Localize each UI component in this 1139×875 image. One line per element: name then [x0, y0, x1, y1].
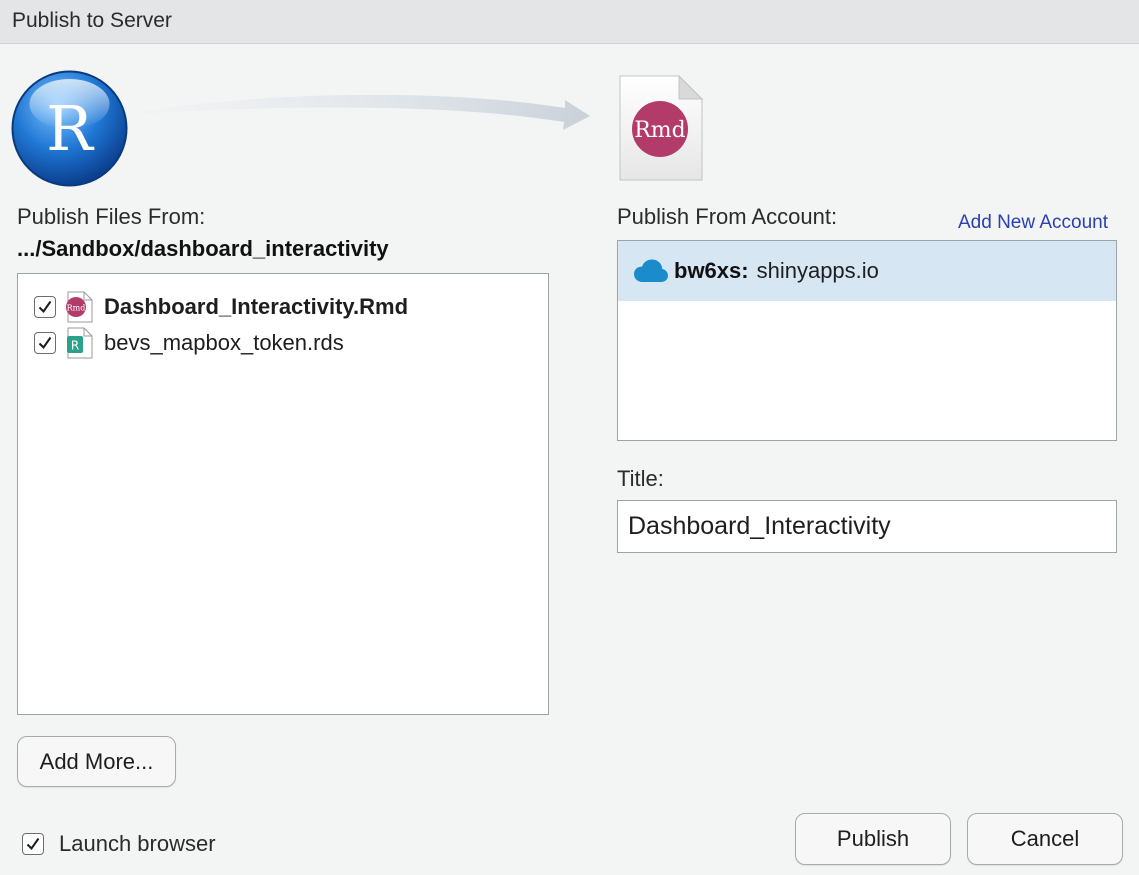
svg-text:R: R [46, 92, 95, 165]
publish-button[interactable]: Publish [795, 813, 951, 865]
account-name: bw6xs: [674, 258, 749, 283]
file-name: bevs_mapbox_token.rds [104, 330, 344, 355]
launch-browser-checkbox[interactable] [22, 833, 44, 855]
title-input[interactable] [617, 500, 1117, 553]
file-checkbox-rmd[interactable] [34, 296, 56, 318]
publish-from-account-label: Publish From Account: [617, 204, 838, 229]
source-path: .../Sandbox/dashboard_interactivity [17, 236, 389, 261]
file-checkbox-rds[interactable] [34, 332, 56, 354]
account-row-selected[interactable]: bw6xs: shinyapps.io [618, 241, 1116, 301]
account-server: shinyapps.io [756, 258, 879, 283]
file-name: Dashboard_Interactivity.Rmd [104, 294, 409, 319]
svg-text:Rmd: Rmd [67, 304, 86, 313]
checkmark-icon [26, 837, 40, 851]
window-title: Publish to Server [12, 9, 172, 32]
publish-arrow-graphic [140, 78, 600, 138]
account-list: bw6xs: shinyapps.io [617, 240, 1117, 441]
checkmark-icon [38, 300, 52, 314]
file-row-rds: R bevs_mapbox_token.rds [34, 327, 344, 359]
file-list: Rmd Dashboard_Interactivity.Rmd R bevs_m… [17, 273, 549, 715]
launch-browser-option: Launch browser [22, 831, 216, 857]
add-more-button[interactable]: Add More... [17, 736, 176, 787]
rds-file-icon: R [64, 327, 94, 359]
title-bar: Publish to Server [0, 0, 1139, 44]
r-logo-icon: R [11, 70, 128, 187]
publish-files-from-label: Publish Files From: [17, 204, 206, 229]
title-label: Title: [617, 466, 664, 491]
checkmark-icon [38, 336, 52, 350]
svg-text:R: R [71, 339, 79, 353]
rmd-file-icon: Rmd [64, 291, 94, 323]
svg-text:Rmd: Rmd [634, 118, 686, 143]
rmd-document-icon: Rmd [617, 74, 705, 184]
cloud-icon [634, 259, 668, 282]
launch-browser-label: Launch browser [59, 831, 216, 856]
cancel-button[interactable]: Cancel [967, 813, 1123, 865]
file-row-rmd: Rmd Dashboard_Interactivity.Rmd [34, 291, 408, 323]
add-new-account-link[interactable]: Add New Account [958, 212, 1108, 234]
